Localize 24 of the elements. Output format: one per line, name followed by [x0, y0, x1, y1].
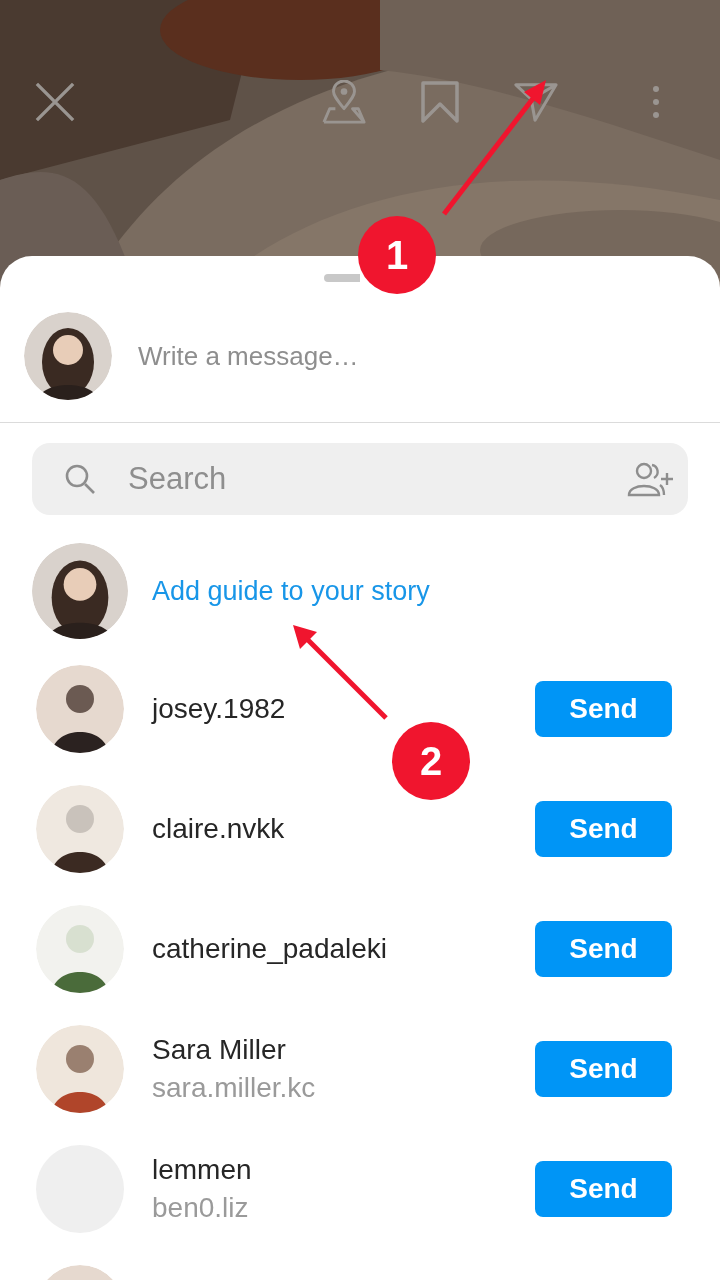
location-pin-icon[interactable] [322, 80, 366, 124]
send-button[interactable]: Send [535, 1161, 672, 1217]
contact-username: ben0.liz [152, 1192, 250, 1224]
paper-plane-icon[interactable] [514, 80, 558, 124]
contact-name: catherine_padaleki [152, 933, 389, 965]
search-icon [64, 463, 96, 495]
add-to-story-link[interactable]: Add guide to your story [152, 575, 430, 607]
drag-handle[interactable] [324, 274, 360, 282]
contact-name: claire.nvkk [152, 813, 286, 845]
send-button[interactable]: Send [535, 1041, 672, 1097]
send-button[interactable]: Send [535, 921, 672, 977]
send-button[interactable]: Send [535, 681, 672, 737]
search-field[interactable]: Search [126, 460, 596, 498]
contact-name: Sara Miller [152, 1034, 287, 1066]
contact-name: lemmen [152, 1154, 253, 1186]
contact-name: josey.1982 [152, 693, 287, 725]
message-field[interactable]: Write a message… [136, 339, 696, 373]
contact-username: sara.miller.kc [152, 1072, 317, 1104]
bookmark-icon[interactable] [418, 80, 462, 124]
search-bar[interactable]: Search [32, 443, 688, 515]
close-icon[interactable] [34, 81, 76, 123]
add-people-icon[interactable] [626, 461, 674, 497]
more-icon[interactable] [652, 85, 660, 119]
send-button[interactable]: Send [535, 801, 672, 857]
